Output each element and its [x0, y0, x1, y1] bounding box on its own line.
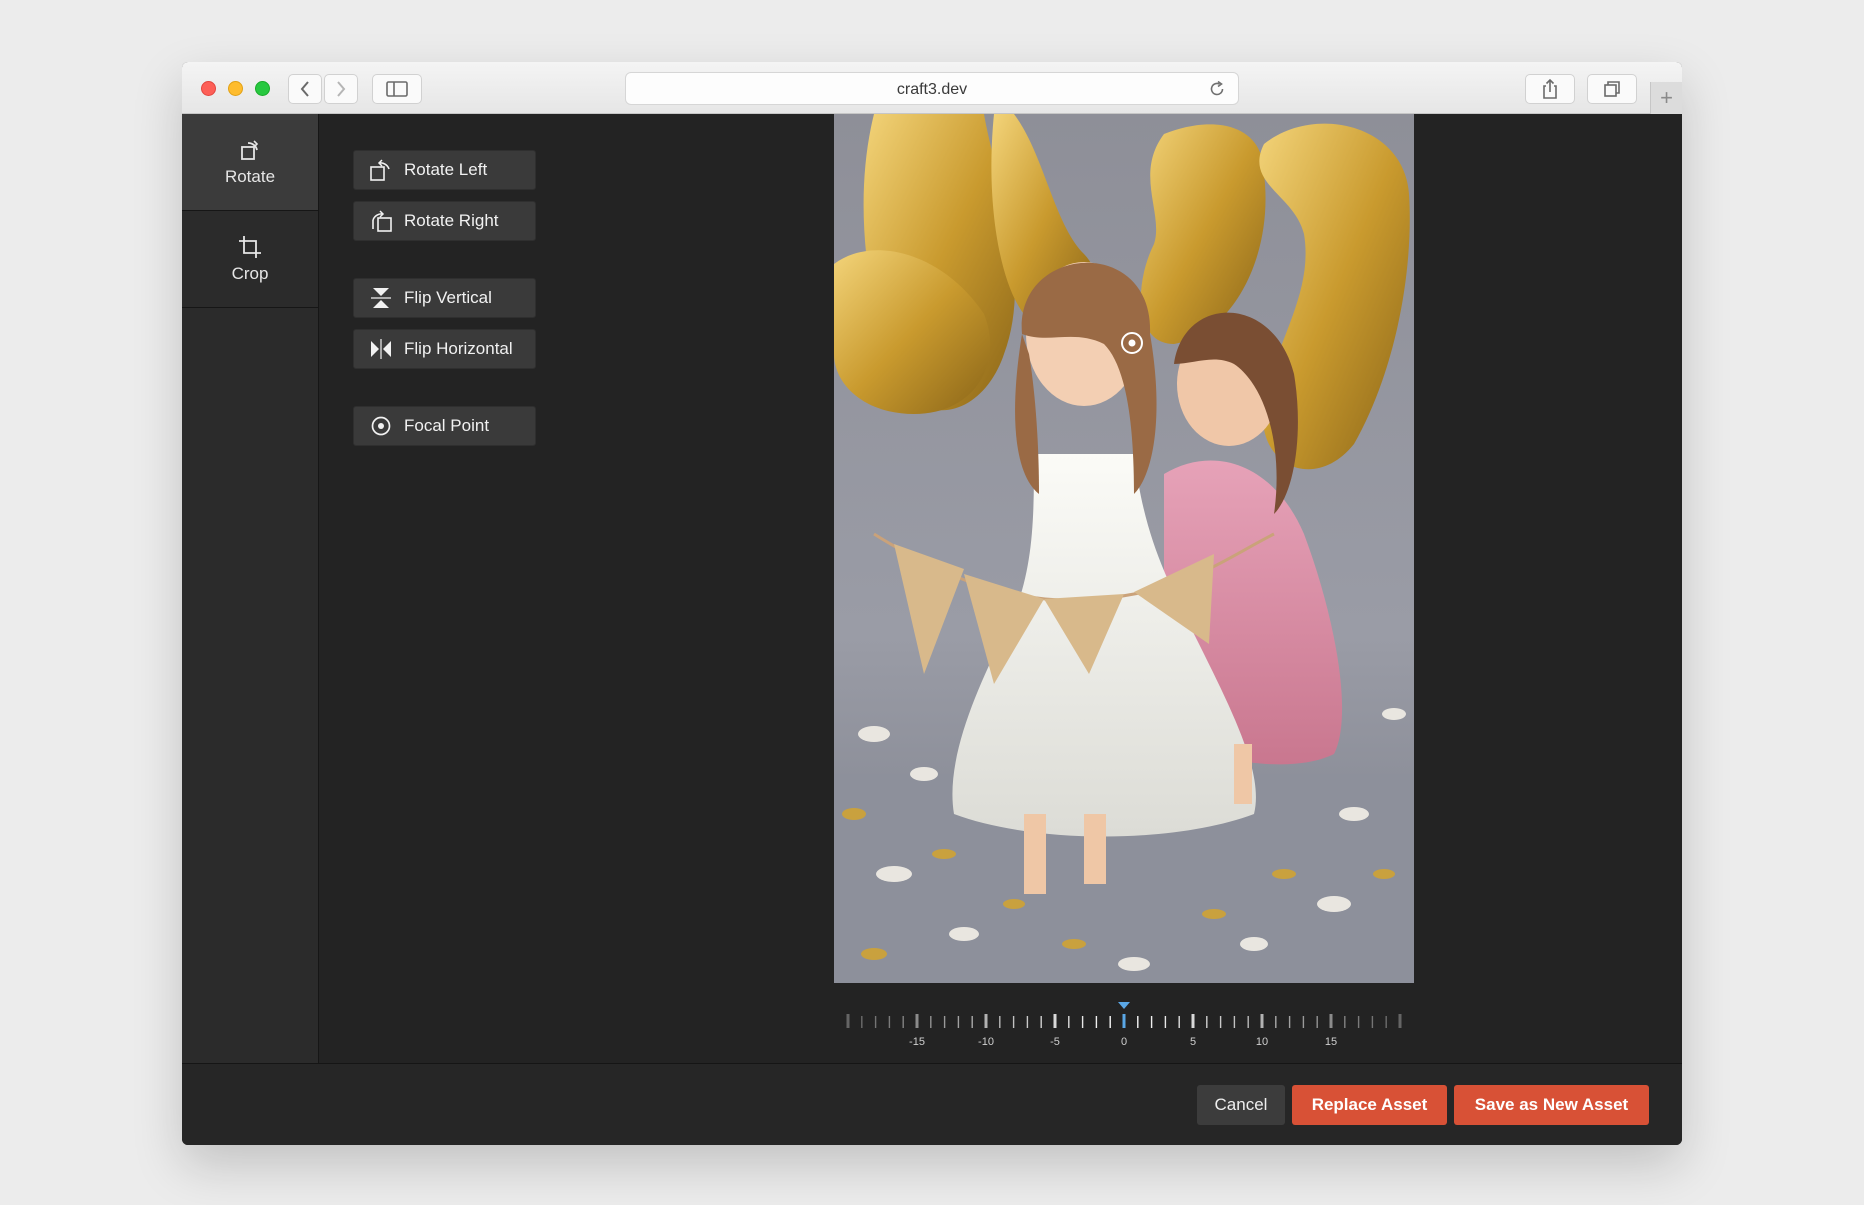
ruler-label: 5	[1190, 1036, 1196, 1048]
ruler-label: 0	[1121, 1036, 1127, 1048]
rotate-left-label: Rotate Left	[404, 160, 488, 179]
image-editor-window: craft3.dev + Rotate Crop Rotate Left Rot…	[182, 62, 1682, 1145]
rotate-right-label: Rotate Right	[404, 211, 499, 230]
flip-vertical-button[interactable]: Flip Vertical	[353, 278, 536, 318]
url-text: craft3.dev	[896, 81, 968, 98]
share-icon	[1543, 78, 1557, 99]
reload-icon[interactable]	[1208, 80, 1226, 98]
tabs-overview-button[interactable]	[1587, 74, 1637, 104]
replace-asset-button[interactable]: Replace Asset	[1292, 1085, 1447, 1125]
ruler-label: -5	[1050, 1036, 1060, 1048]
ruler-indicator[interactable]	[1118, 1002, 1130, 1009]
rotate-left-icon	[368, 157, 394, 183]
ruler-label: -15	[909, 1036, 925, 1048]
ruler-label: -10	[978, 1036, 994, 1048]
address-bar[interactable]: craft3.dev	[625, 72, 1239, 105]
editor-sidebar: Rotate Crop	[182, 114, 319, 1063]
save-as-new-asset-button[interactable]: Save as New Asset	[1454, 1085, 1649, 1125]
focal-point-marker-icon[interactable]	[1119, 330, 1145, 356]
sidebar-icon	[386, 81, 408, 97]
minimize-window-button[interactable]	[228, 81, 243, 96]
flip-horizontal-button[interactable]: Flip Horizontal	[353, 329, 536, 369]
ruler-label: 10	[1256, 1036, 1268, 1048]
rotate-right-button[interactable]: Rotate Right	[353, 201, 536, 241]
cancel-button[interactable]: Cancel	[1197, 1085, 1285, 1125]
back-button[interactable]	[288, 74, 322, 104]
tabs-icon	[1604, 81, 1620, 97]
chevron-right-icon	[337, 81, 346, 97]
focal-point-button[interactable]: Focal Point	[353, 406, 536, 446]
sidebar-item-label: Rotate	[224, 167, 276, 186]
share-button[interactable]	[1525, 74, 1575, 104]
rotate-icon	[241, 140, 259, 160]
rotate-right-icon	[368, 208, 394, 234]
sidebar-item-rotate[interactable]: Rotate	[182, 114, 318, 211]
zoom-window-button[interactable]	[255, 81, 270, 96]
forward-button[interactable]	[324, 74, 358, 104]
close-window-button[interactable]	[201, 81, 216, 96]
straighten-ruler[interactable]: -15 -10 -5 0 5 10 15	[834, 997, 1414, 1052]
sidebar-item-crop[interactable]: Crop	[182, 211, 318, 308]
asset-image[interactable]	[834, 114, 1414, 983]
focal-point-label: Focal Point	[404, 416, 490, 435]
editor-footer: Cancel Replace Asset Save as New Asset	[182, 1063, 1682, 1145]
sidebar-toggle-button[interactable]	[372, 74, 422, 104]
ruler-label: 15	[1325, 1036, 1337, 1048]
browser-toolbar: craft3.dev +	[182, 62, 1682, 114]
new-tab-button[interactable]: +	[1650, 82, 1682, 114]
focal-point-icon	[368, 413, 394, 439]
rotate-left-button[interactable]: Rotate Left	[353, 150, 536, 190]
chevron-left-icon	[300, 81, 309, 97]
flip-horizontal-icon	[368, 336, 394, 362]
flip-vertical-icon	[368, 285, 394, 311]
flip-horizontal-label: Flip Horizontal	[404, 339, 513, 358]
flip-vertical-label: Flip Vertical	[404, 288, 492, 307]
sidebar-item-label: Crop	[231, 264, 269, 283]
crop-icon	[239, 236, 261, 258]
